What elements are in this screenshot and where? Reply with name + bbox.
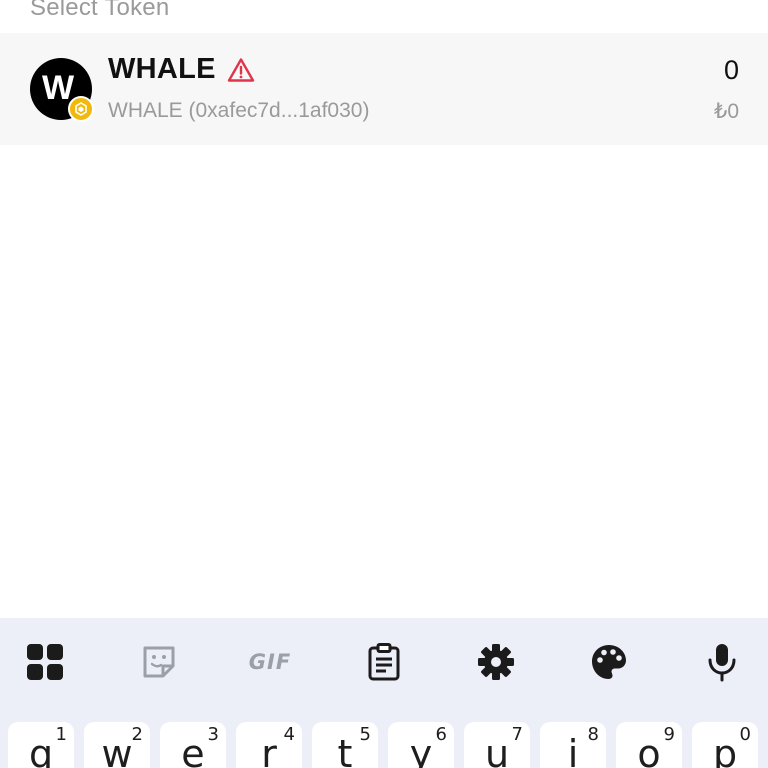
key-number: 8: [587, 724, 599, 745]
key-y[interactable]: y 6: [388, 722, 454, 768]
key-w[interactable]: w 2: [84, 722, 150, 768]
key-i[interactable]: i 8: [540, 722, 606, 768]
key-number: 0: [739, 724, 751, 745]
page-title: Select Token: [30, 0, 170, 21]
warning-triangle-icon[interactable]: [227, 57, 255, 83]
key-t[interactable]: t 5: [312, 722, 378, 768]
key-number: 4: [283, 724, 295, 745]
token-symbol: WHALE: [108, 53, 216, 85]
token-list-item[interactable]: W WHALE WHALE (0xafec7d...1af030) 0 ₺0: [0, 33, 768, 145]
palette-icon[interactable]: [587, 640, 631, 684]
key-e[interactable]: e 3: [160, 722, 226, 768]
keyboard-row-top: q 1 w 2 e 3 r 4 t 5 y 6 u 7 i 8 o 9 p 0: [0, 722, 768, 768]
key-u[interactable]: u 7: [464, 722, 530, 768]
on-screen-keyboard: GIF q 1 w 2 e 3 r 4 t 5 y 6 u 7 i 8 o 9 …: [0, 618, 768, 768]
screen: Select Token W WHALE WHALE (0xafec7d...1…: [0, 0, 768, 768]
key-number: 6: [435, 724, 447, 745]
key-number: 7: [511, 724, 523, 745]
key-number: 2: [131, 724, 143, 745]
clipboard-icon[interactable]: [362, 640, 406, 684]
key-q[interactable]: q 1: [8, 722, 74, 768]
key-number: 3: [207, 724, 219, 745]
key-number: 9: [663, 724, 675, 745]
key-number: 1: [55, 724, 67, 745]
sticker-icon[interactable]: [137, 640, 181, 684]
bnb-chain-icon: [68, 96, 94, 122]
key-p[interactable]: p 0: [692, 722, 758, 768]
apps-grid-icon[interactable]: [23, 640, 67, 684]
token-contract-address: WHALE (0xafec7d...1af030): [108, 99, 370, 122]
token-balance: 0: [723, 55, 739, 85]
key-r[interactable]: r 4: [236, 722, 302, 768]
token-fiat-value: ₺0: [713, 100, 739, 123]
key-o[interactable]: o 9: [616, 722, 682, 768]
microphone-icon[interactable]: [700, 640, 744, 684]
keyboard-toolbar: GIF: [0, 618, 768, 708]
gif-icon[interactable]: GIF: [248, 640, 292, 684]
gif-label: GIF: [248, 650, 292, 674]
key-number: 5: [359, 724, 371, 745]
settings-icon[interactable]: [474, 640, 518, 684]
